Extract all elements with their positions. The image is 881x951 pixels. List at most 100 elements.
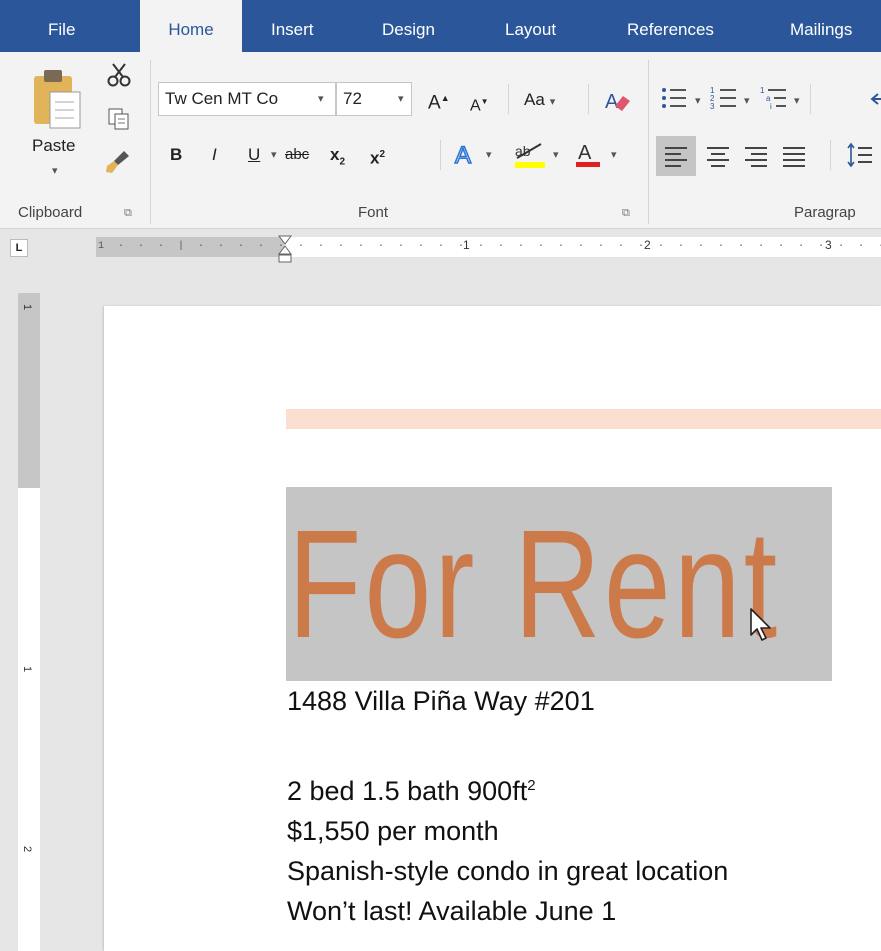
group-divider <box>648 60 649 224</box>
chevron-down-icon: ▾ <box>549 96 556 108</box>
numbering-dropdown-icon[interactable]: ▾ <box>744 94 750 107</box>
highlight-color-button[interactable]: ab <box>513 138 547 175</box>
bullets-dropdown-icon[interactable]: ▾ <box>695 94 701 107</box>
text-effects-dropdown-icon[interactable]: ▾ <box>486 148 492 161</box>
tab-home[interactable]: Home <box>140 0 242 52</box>
copy-icon <box>108 108 129 130</box>
strikethrough-button[interactable]: abc <box>285 143 309 167</box>
tab-references[interactable]: References <box>627 0 714 52</box>
horizontal-ruler[interactable]: L 1 · · · | · · · · · · · · · · · · · · … <box>0 229 881 263</box>
bold-button[interactable]: B <box>170 143 182 167</box>
multilevel-list-icon: 1 a i <box>760 86 786 111</box>
accent-bar <box>286 409 881 429</box>
ruler-number: 3 <box>825 238 832 252</box>
details-text: 2 bed 1.5 bath 900ft <box>287 776 528 806</box>
font-color-button[interactable]: A <box>574 138 602 175</box>
underline-dropdown-icon[interactable]: ▾ <box>271 148 277 161</box>
chevron-down-icon[interactable]: ▾ <box>52 164 58 177</box>
tab-selector-button[interactable]: L <box>10 239 28 257</box>
format-painter-button[interactable] <box>102 148 132 181</box>
details-superscript: 2 <box>527 777 536 794</box>
tab-mailings[interactable]: Mailings <box>790 0 852 52</box>
font-color-icon: A <box>576 142 600 167</box>
paste-label[interactable]: Paste <box>32 134 75 158</box>
mouse-pointer-icon <box>749 607 775 648</box>
numbering-button[interactable]: 1 2 3 <box>710 84 740 117</box>
superscript-button[interactable]: x2 <box>370 143 385 171</box>
svg-text:3: 3 <box>710 102 715 111</box>
indent-marker[interactable] <box>278 235 292 268</box>
align-left-button[interactable] <box>656 136 696 176</box>
svg-text:i: i <box>770 102 772 111</box>
align-right-icon <box>745 147 767 167</box>
ribbon: Paste ▾ Clipboard ⧉ Tw Cen MT Co ▾ 72 ▾ … <box>0 52 881 229</box>
brush-icon <box>106 151 129 173</box>
group-divider <box>150 60 151 224</box>
subscript-mark: 2 <box>339 156 346 168</box>
divider <box>508 84 509 114</box>
align-center-button[interactable] <box>700 136 736 181</box>
svg-text:1: 1 <box>760 86 765 95</box>
tab-design[interactable]: Design <box>382 0 435 52</box>
scissors-icon <box>107 63 131 87</box>
decrease-indent-icon <box>870 93 881 105</box>
highlight-dropdown-icon[interactable]: ▾ <box>553 148 559 161</box>
font-name-dropdown-icon[interactable]: ▾ <box>318 92 324 105</box>
cut-button[interactable] <box>106 62 132 93</box>
clear-formatting-icon: A <box>605 91 630 113</box>
text-effects-icon: A <box>454 141 472 170</box>
svg-text:A: A <box>605 91 619 113</box>
details-line[interactable]: 2 bed 1.5 bath 900ft2 <box>287 776 536 807</box>
availability-line[interactable]: Won’t last! Available June 1 <box>287 896 616 927</box>
clear-formatting-button[interactable]: A <box>603 86 631 119</box>
bullets-button[interactable] <box>660 84 690 117</box>
text-effects-button[interactable]: A <box>452 138 482 175</box>
paste-button[interactable] <box>28 66 84 135</box>
line-spacing-icon <box>847 142 872 168</box>
justify-button[interactable] <box>776 136 812 181</box>
italic-button[interactable]: I <box>212 143 217 167</box>
indent-marker-icon <box>278 235 292 263</box>
dialog-launcher-icon[interactable]: ⧉ <box>124 207 132 220</box>
numbered-list-icon: 1 2 3 <box>710 86 736 111</box>
ruler-ticks: 1 · · · | · · · · · · · · · · · · · · · … <box>98 241 881 252</box>
ruler-number: 2 <box>644 238 651 252</box>
clipboard-group-label: Clipboard <box>18 204 83 221</box>
price-line[interactable]: $1,550 per month <box>287 816 499 847</box>
line-spacing-button[interactable] <box>842 136 878 181</box>
description-line[interactable]: Spanish-style condo in great location <box>287 856 728 887</box>
decrease-indent-button[interactable] <box>868 86 881 112</box>
multilevel-dropdown-icon[interactable]: ▾ <box>794 94 800 107</box>
paragraph-group-label: Paragrap <box>794 204 856 221</box>
ruler-number: 1 <box>21 303 34 311</box>
ruler-number: 1 <box>21 665 34 673</box>
font-color-dropdown-icon[interactable]: ▾ <box>611 148 617 161</box>
font-name-combo[interactable]: Tw Cen MT Co <box>158 82 336 116</box>
dialog-launcher-icon[interactable]: ⧉ <box>622 207 630 220</box>
font-size-dropdown-icon[interactable]: ▾ <box>398 92 404 105</box>
clipboard-icon <box>34 70 81 129</box>
change-case-label: Aa <box>524 90 545 109</box>
shrink-font-button[interactable]: A▼ <box>470 90 489 118</box>
grow-font-button[interactable]: A▲ <box>428 86 450 115</box>
highlight-icon: ab <box>515 143 545 168</box>
document-title[interactable]: For Rent <box>288 484 777 684</box>
tab-insert[interactable]: Insert <box>271 0 314 52</box>
align-right-button[interactable] <box>738 136 774 181</box>
title-text-box[interactable]: For Rent <box>288 484 832 684</box>
font-color-glyph: A <box>578 142 592 164</box>
copy-button[interactable] <box>106 106 132 137</box>
address-line[interactable]: 1488 Villa Piña Way #201 <box>287 686 595 717</box>
superscript-mark: 2 <box>379 149 386 160</box>
tab-file[interactable]: File <box>48 0 75 52</box>
divider <box>810 84 811 114</box>
underline-button[interactable]: U <box>248 143 260 167</box>
vertical-ruler[interactable]: · · · · · · · · · · · · · · · · · · · · … <box>18 293 40 951</box>
ruler-number: 2 <box>21 845 34 853</box>
justify-icon <box>783 147 805 167</box>
bullet-list-icon <box>662 88 686 108</box>
subscript-button[interactable]: x2 <box>330 143 345 174</box>
multilevel-list-button[interactable]: 1 a i <box>760 84 790 117</box>
change-case-button[interactable]: Aa ▾ <box>524 88 555 114</box>
tab-layout[interactable]: Layout <box>505 0 556 52</box>
